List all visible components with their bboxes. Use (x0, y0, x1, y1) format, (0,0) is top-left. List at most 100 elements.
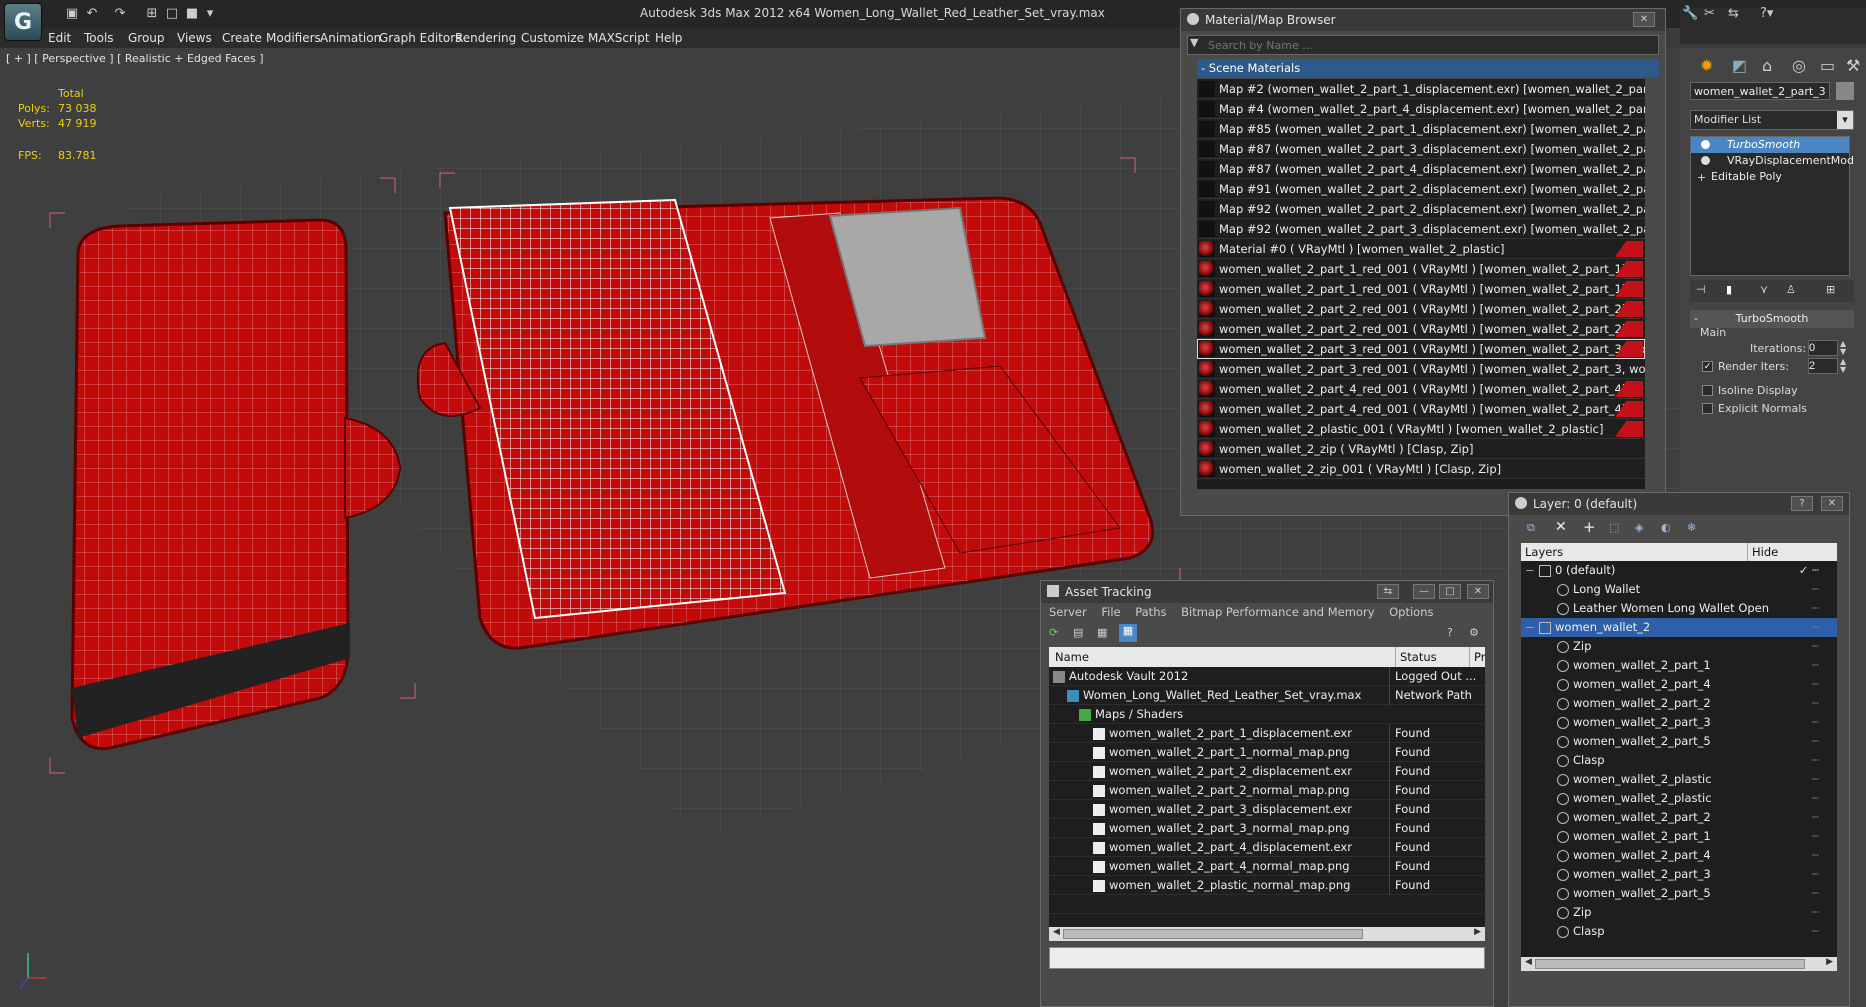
menu-edit[interactable]: Edit (48, 31, 71, 45)
material-item[interactable]: women_wallet_2_part_3_red_001 ( VRayMtl … (1197, 359, 1645, 379)
make-unique-icon[interactable]: ⋎ (1760, 283, 1768, 296)
isoline-checkbox[interactable] (1702, 385, 1713, 396)
menu-rendering[interactable]: Rendering (455, 31, 516, 45)
material-item[interactable]: women_wallet_2_zip ( VRayMtl ) [Clasp, Z… (1197, 439, 1645, 459)
refresh-icon[interactable]: ⟳ (1049, 626, 1058, 639)
layer-row[interactable]: women_wallet_2_plastic ┄ (1521, 789, 1837, 808)
close-icon[interactable]: ✕ (1467, 584, 1489, 599)
tools-icon[interactable]: ✂ (1704, 6, 1715, 21)
menu-graph-editors[interactable]: Graph Editors (379, 31, 461, 45)
hide-toggle[interactable]: ┄ (1812, 827, 1819, 846)
material-search-bar[interactable]: ▼ (1187, 35, 1659, 55)
scene-materials-header[interactable]: - Scene Materials (1197, 59, 1659, 77)
scrollbar-thumb[interactable] (1063, 929, 1363, 939)
utilities-tab-icon[interactable]: ⚒ (1846, 56, 1860, 75)
asset-row[interactable]: women_wallet_2_part_2_displacement.exr Fo… (1049, 762, 1485, 781)
motion-tab-icon[interactable]: ◎ (1792, 56, 1806, 75)
material-item[interactable]: Map #92 (women_wallet_2_part_2_displacem… (1197, 199, 1645, 219)
material-search-input[interactable] (1208, 37, 1648, 53)
help-icon[interactable]: ? (1791, 496, 1813, 511)
show-end-result-icon[interactable]: ▮ (1726, 283, 1732, 296)
lightbulb-icon[interactable] (1701, 156, 1710, 165)
maximize-icon[interactable]: □ (1439, 584, 1461, 599)
layer-manager-titlebar[interactable]: Layer: 0 (default) ? ✕ (1509, 493, 1849, 515)
asset-menu-bitmap[interactable]: Bitmap Performance and Memory (1181, 605, 1374, 619)
display-tab-icon[interactable]: ▭ (1820, 56, 1835, 75)
settings-icon[interactable]: ⚙ (1469, 626, 1479, 639)
menu-customize[interactable]: Customize (521, 31, 584, 45)
asset-row[interactable]: women_wallet_2_part_1_normal_map.png Foun… (1049, 743, 1485, 762)
menu-modifiers[interactable]: Modifiers (266, 31, 321, 45)
frame-icon[interactable]: ■ (184, 6, 200, 22)
layer-row[interactable]: women_wallet_2_part_2 ┄ (1521, 808, 1837, 827)
table-icon[interactable]: ▦ (1097, 626, 1107, 639)
menu-maxscript[interactable]: MAXScript (588, 31, 650, 45)
hide-toggle[interactable]: ┄ (1812, 922, 1819, 941)
material-item[interactable]: women_wallet_2_part_1_red_001 ( VRayMtl … (1197, 279, 1645, 299)
grid-view-icon[interactable]: ▦ (1119, 624, 1137, 642)
remove-modifier-icon[interactable]: ♙ (1786, 283, 1796, 296)
column-name-header[interactable]: Name (1055, 647, 1089, 667)
material-item[interactable]: Map #2 (women_wallet_2_part_1_displaceme… (1197, 79, 1645, 99)
layer-row[interactable]: women_wallet_2_part_4 ┄ (1521, 675, 1837, 694)
hide-toggle[interactable]: ┄ (1812, 732, 1819, 751)
scroll-right-icon[interactable]: ▶ (1474, 927, 1481, 937)
layer-row[interactable]: women_wallet_2_part_1 ┄ (1521, 656, 1837, 675)
column-status-header[interactable]: Status (1395, 647, 1437, 667)
expand-icon[interactable]: + (1697, 170, 1706, 186)
layer-row[interactable]: Zip ┄ (1521, 637, 1837, 656)
active-layer-check-icon[interactable]: ✓ ┄ (1799, 561, 1819, 580)
material-item[interactable]: women_wallet_2_part_2_red_001 ( VRayMtl … (1197, 319, 1645, 339)
asset-row[interactable]: Women_Long_Wallet_Red_Leather_Set_vray.m… (1049, 686, 1485, 705)
hide-toggle[interactable]: ┄ (1812, 884, 1819, 903)
column-pr-header[interactable]: Pr (1469, 647, 1485, 667)
render-iters-spinner[interactable]: ▲ ▼ (1840, 358, 1846, 374)
hide-toggle[interactable]: ┄ (1812, 675, 1819, 694)
material-item[interactable]: women_wallet_2_part_1_red_001 ( VRayMtl … (1197, 259, 1645, 279)
asset-row[interactable]: Maps / Shaders (1049, 705, 1485, 724)
configure-sets-icon[interactable]: ⊞ (1826, 283, 1835, 296)
hide-toggle[interactable]: ┄ (1812, 751, 1819, 770)
modifier-turbosmooth[interactable]: TurboSmooth (1691, 137, 1849, 153)
menu-group[interactable]: Group (128, 31, 165, 45)
hide-toggle[interactable]: ┄ (1812, 694, 1819, 713)
hide-toggle[interactable]: ┄ (1812, 656, 1819, 675)
asset-row[interactable]: women_wallet_2_part_1_displacement.exr Fo… (1049, 724, 1485, 743)
layer-row[interactable]: Zip ┄ (1521, 903, 1837, 922)
layer-row[interactable]: Clasp ┄ (1521, 922, 1837, 941)
material-item[interactable]: Map #91 (women_wallet_2_part_2_displacem… (1197, 179, 1645, 199)
select-objects-icon[interactable]: ⬚ (1609, 521, 1619, 534)
menu-views[interactable]: Views (177, 31, 212, 45)
layer-row[interactable]: women_wallet_2_part_4 ┄ (1521, 846, 1837, 865)
hide-toggle[interactable]: ┄ (1812, 599, 1819, 618)
column-hide-header[interactable]: Hide (1747, 543, 1778, 561)
asset-menu-file[interactable]: File (1101, 605, 1120, 619)
iterations-spinner[interactable]: ▲ ▼ (1840, 340, 1846, 356)
help-icon[interactable]: ?▾ (1760, 6, 1773, 21)
dock-icon[interactable]: ⇆ (1377, 584, 1399, 599)
material-item[interactable]: Map #87 (women_wallet_2_part_4_displacem… (1197, 159, 1645, 179)
hide-all-icon[interactable]: ◐ (1661, 521, 1671, 534)
render-iters-checkbox[interactable]: ✓ (1702, 361, 1713, 372)
iterations-field[interactable] (1808, 340, 1838, 356)
layer-row[interactable]: Leather Women Long Wallet Open ┄ (1521, 599, 1837, 618)
material-item[interactable]: women_wallet_2_part_4_red_001 ( VRayMtl … (1197, 379, 1645, 399)
modify-tab-icon[interactable]: ◩ (1732, 56, 1747, 75)
lightbulb-icon[interactable] (1701, 140, 1710, 149)
layer-row[interactable]: women_wallet_2_part_3 ┄ (1521, 865, 1837, 884)
select-icon[interactable]: ⊞ (144, 6, 160, 22)
highlight-layer-icon[interactable]: ◈ (1635, 521, 1643, 534)
layer-row[interactable]: − 0 (default) ✓ ┄ (1521, 561, 1837, 580)
collapse-icon[interactable]: − (1525, 618, 1535, 637)
collapse-icon[interactable]: − (1525, 561, 1535, 580)
asset-path-field[interactable] (1049, 947, 1485, 969)
asset-row[interactable]: women_wallet_2_part_4_displacement.exr Fo… (1049, 838, 1485, 857)
asset-row[interactable]: women_wallet_2_part_3_displacement.exr Fo… (1049, 800, 1485, 819)
hide-toggle[interactable]: ┄ (1812, 903, 1819, 922)
material-item[interactable]: women_wallet_2_zip_001 ( VRayMtl ) [Clas… (1197, 459, 1645, 479)
layer-row[interactable]: women_wallet_2_part_3 ┄ (1521, 713, 1837, 732)
save-icon[interactable]: ▣ (64, 6, 80, 22)
scroll-left-icon[interactable]: ◀ (1053, 927, 1060, 937)
hide-toggle[interactable]: ┄ (1812, 789, 1819, 808)
pin-stack-icon[interactable]: ⊣ (1696, 283, 1706, 296)
